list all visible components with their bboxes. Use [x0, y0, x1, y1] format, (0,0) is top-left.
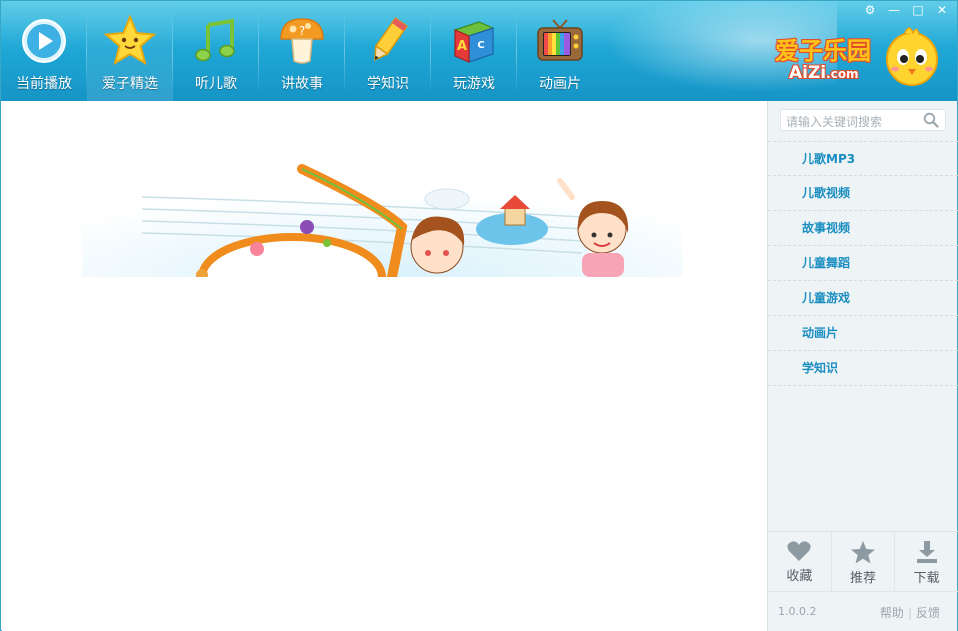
nav-item-label: 学知识: [367, 76, 409, 92]
search-icon[interactable]: [923, 112, 939, 132]
svg-text:A: A: [457, 39, 467, 54]
nav-item-featured[interactable]: 爱子精选: [87, 1, 173, 101]
pencil-icon: [360, 13, 416, 69]
action-bar: 收藏 推荐 下载: [768, 531, 958, 591]
svg-text:?: ?: [299, 24, 305, 38]
main-content: [2, 101, 767, 631]
right-sidebar: 请输入关键词搜索 儿歌MP3 儿歌视频 故事视频 儿童舞蹈 儿童游戏 动画片 学…: [767, 101, 958, 631]
nav-item-label: 玩游戏: [453, 76, 495, 92]
nav-item-label: 爱子精选: [102, 76, 158, 92]
download-icon: [916, 541, 937, 563]
category-item[interactable]: 动画片: [768, 316, 958, 351]
download-button[interactable]: 下载: [895, 532, 958, 591]
logo-domain: AiZi.com: [789, 63, 859, 83]
settings-icon[interactable]: ⚙: [863, 3, 877, 17]
nav-item-label: 讲故事: [281, 76, 323, 92]
logo-title: 爱子乐园: [775, 37, 871, 65]
svg-text:C: C: [477, 40, 484, 51]
nav-item-label: 当前播放: [16, 76, 72, 92]
category-item[interactable]: 儿童舞蹈: [768, 246, 958, 281]
nav-item-songs[interactable]: 听儿歌: [173, 1, 259, 101]
nav-item-now-playing[interactable]: 当前播放: [1, 1, 87, 101]
search-box[interactable]: 请输入关键词搜索: [780, 109, 946, 131]
favorite-label: 收藏: [786, 569, 813, 584]
nav-item-cartoons[interactable]: 动画片: [517, 1, 603, 101]
category-item[interactable]: 学知识: [768, 351, 958, 386]
favorite-button[interactable]: 收藏: [768, 532, 832, 591]
loading-banner-illustration: [82, 157, 682, 277]
download-label: 下载: [913, 571, 940, 586]
nav-item-games[interactable]: A C 玩游戏: [431, 1, 517, 101]
category-item[interactable]: 故事视频: [768, 211, 958, 246]
music-note-icon: [188, 13, 244, 69]
help-link[interactable]: 帮助: [880, 606, 904, 620]
recommend-label: 推荐: [850, 571, 877, 586]
top-toolbar: 当前播放 爱子精选 听儿歌 ? 讲故事 学知识 A C 玩游戏 动画片 爱子乐园…: [1, 1, 957, 101]
star-icon: [102, 13, 158, 69]
nav-item-label: 动画片: [539, 76, 581, 92]
nav-item-stories[interactable]: ? 讲故事: [259, 1, 345, 101]
category-item[interactable]: 儿歌MP3: [768, 141, 958, 176]
nav-item-label: 听儿歌: [195, 76, 237, 92]
toy-block-icon: A C: [446, 13, 502, 69]
logo-domain-main: AiZi: [789, 63, 827, 83]
logo-domain-suffix: .com: [826, 67, 859, 81]
recommend-button[interactable]: 推荐: [832, 532, 896, 591]
minimize-button[interactable]: —: [887, 3, 901, 17]
close-button[interactable]: ✕: [935, 3, 949, 17]
category-item[interactable]: 儿童游戏: [768, 281, 958, 316]
app-window: 当前播放 爱子精选 听儿歌 ? 讲故事 学知识 A C 玩游戏 动画片 爱子乐园…: [0, 0, 958, 631]
search-input[interactable]: 请输入关键词搜索: [786, 113, 882, 130]
aizi-logo: 爱子乐园 AiZi.com: [775, 21, 938, 93]
window-controls: ⚙ — □ ✕: [863, 3, 949, 17]
maximize-button[interactable]: □: [911, 3, 925, 17]
main-nav: 当前播放 爱子精选 听儿歌 ? 讲故事 学知识 A C 玩游戏 动画片: [1, 1, 603, 101]
mushroom-icon: ?: [274, 13, 330, 69]
play-icon: [16, 13, 72, 69]
link-divider: |: [907, 606, 912, 620]
chick-mascot-icon: [886, 27, 938, 86]
category-list: 儿歌MP3 儿歌视频 故事视频 儿童舞蹈 儿童游戏 动画片 学知识: [768, 141, 958, 386]
feedback-link[interactable]: 反馈: [916, 606, 940, 620]
sidebar-footer: 1.0.0.2 帮助 | 反馈: [768, 591, 958, 631]
nav-item-learning[interactable]: 学知识: [345, 1, 431, 101]
star-outline-icon: [851, 541, 875, 564]
tv-icon: [532, 13, 588, 69]
heart-icon: [787, 541, 811, 561]
version-label: 1.0.0.2: [778, 605, 817, 618]
category-item[interactable]: 儿歌视频: [768, 176, 958, 211]
footer-links: 帮助 | 反馈: [880, 604, 940, 621]
